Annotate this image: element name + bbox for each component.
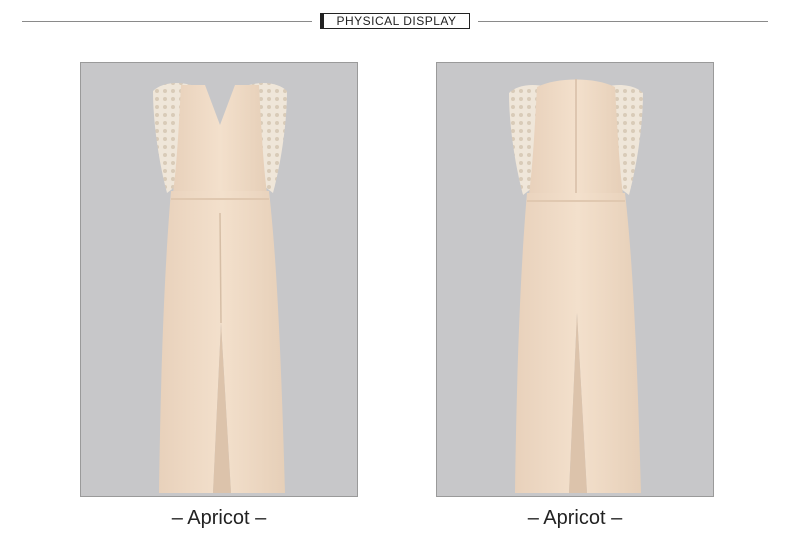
color-caption-front: – Apricot – xyxy=(171,507,267,529)
header-divider-right xyxy=(478,21,768,22)
section-title: PHYSICAL DISPLAY xyxy=(320,13,470,29)
jumpsuit-front-image xyxy=(153,83,287,493)
product-photo-back xyxy=(436,62,714,497)
product-photo-front xyxy=(80,62,358,497)
color-caption-back: – Apricot – xyxy=(527,507,623,529)
jumpsuit-back-image xyxy=(509,79,643,493)
header-divider-left xyxy=(22,21,312,22)
